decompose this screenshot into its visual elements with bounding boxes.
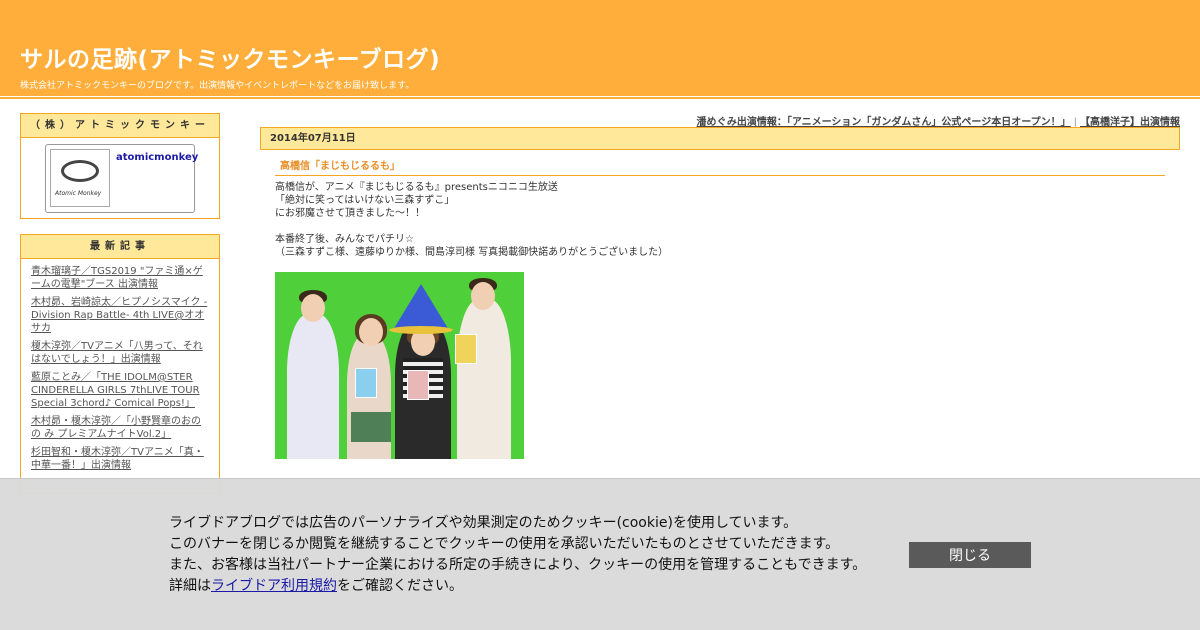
post-body: 高橋信が、アニメ『まじもじるるも』presentsニコニコ生放送 「絶対に笑って… (275, 181, 1165, 259)
cookie-details-suffix: をご確認ください。 (337, 578, 463, 594)
profile-box: （株）アトミックモンキー Atomic Monkey atomicmonkey (20, 113, 220, 219)
cookie-banner: ライブドアブログでは広告のパーソナライズや効果測定のためクッキー(cookie)… (0, 478, 1200, 630)
profile-heading: （株）アトミックモンキー (21, 114, 219, 138)
site-title[interactable]: サルの足跡(アトミックモンキーブログ) (20, 40, 440, 74)
logo-text: Atomic Monkey (55, 190, 102, 197)
profile-name-link[interactable]: atomicmonkey (116, 152, 198, 163)
recent-posts-list: 青木瑠璃子／TGS2019 "ファミ通×ゲームの電撃"ブース 出演情報 木村昴、… (21, 259, 219, 483)
list-item: 藍原ことみ／「THE IDOLM@STER CINDERELLA GIRLS 7… (31, 371, 209, 410)
profile-avatar[interactable]: Atomic Monkey (50, 149, 110, 207)
cookie-line: このバナーを閉じるか閲覧を継続することでクッキーの使用を承認いただいたものとさせ… (169, 536, 840, 552)
list-item: 木村昴・榎木淳弥／「小野賢章のおのの み プレミアムナイトVol.2」 (31, 415, 209, 441)
list-item: 榎木淳弥／TVアニメ「八男って、それはないでしょう！」出演情報 (31, 340, 209, 366)
close-button[interactable]: 閉じる (909, 542, 1031, 568)
list-item: 青木瑠璃子／TGS2019 "ファミ通×ゲームの電撃"ブース 出演情報 (31, 265, 209, 291)
terms-link[interactable]: ライブドア利用規約 (211, 578, 337, 594)
photo-detail (359, 318, 383, 346)
post-title[interactable]: 高橋信「まじもじるるも」 (275, 159, 1165, 176)
post-photo[interactable] (275, 272, 524, 459)
post-navigation: 潘めぐみ出演情報：「アニメーション「ガンダムさん」公式ページ本日オープン！」 | 【… (697, 113, 1180, 128)
header-divider (0, 97, 1200, 99)
photo-detail (471, 282, 495, 310)
recent-post-link[interactable]: 杉田智和・榎木淳弥／TVアニメ「真・中華一番！」出演情報 (31, 447, 204, 471)
post-line: （三森すずこ様、遠藤ゆりか様、間島淳司様 写真掲載御快諾ありがとうございました） (275, 247, 669, 258)
post-line: 高橋信が、アニメ『まじもじるるも』presentsニコニコ生放送 (275, 182, 558, 193)
post-line: 「絶対に笑ってはいけない三森すずこ」 (275, 195, 455, 206)
post-line: 本番終了後、みんなでパチリ☆ (275, 234, 414, 245)
photo-detail (351, 412, 391, 442)
post-line (275, 220, 1165, 233)
photo-person (457, 299, 511, 459)
recent-posts-heading: 最新記事 (21, 235, 219, 259)
recent-post-link[interactable]: 藍原ことみ／「THE IDOLM@STER CINDERELLA GIRLS 7… (31, 372, 200, 409)
post-line: にお邪魔させて頂きました～！！ (275, 208, 425, 219)
site-header: サルの足跡(アトミックモンキーブログ) 株式会社アトミックモンキーのブログです。… (0, 0, 1200, 96)
profile-card[interactable]: Atomic Monkey atomicmonkey (45, 144, 198, 213)
cookie-banner-text: ライブドアブログでは広告のパーソナライズや効果測定のためクッキー(cookie)… (169, 513, 866, 597)
photo-detail (301, 294, 325, 322)
cookie-line: また、お客様は当社パートナー企業における所定の手続きにより、クッキーの使用を管理… (169, 557, 867, 573)
site-description: 株式会社アトミックモンキーのブログです。出演情報やイベントレポートなどをお届け致… (20, 81, 415, 91)
recent-posts-box: 最新記事 青木瑠璃子／TGS2019 "ファミ通×ゲームの電撃"ブース 出演情報… (20, 234, 220, 494)
photo-person (287, 314, 339, 459)
list-item: 杉田智和・榎木淳弥／TVアニメ「真・中華一番！」出演情報 (31, 446, 209, 472)
photo-detail (355, 368, 377, 398)
cookie-details-prefix: 詳細は (169, 578, 211, 594)
post-date: 2014年07月11日 (260, 127, 1180, 150)
recent-post-link[interactable]: 木村昴・榎木淳弥／「小野賢章のおのの み プレミアムナイトVol.2」 (31, 416, 201, 440)
photo-detail (389, 326, 453, 334)
recent-post-link[interactable]: 青木瑠璃子／TGS2019 "ファミ通×ゲームの電撃"ブース 出演情報 (31, 266, 203, 290)
photo-detail (407, 370, 429, 400)
monkey-logo-icon (61, 160, 99, 182)
cookie-line: 詳細はライブドア利用規約をご確認ください。 (169, 576, 866, 597)
photo-detail (455, 334, 477, 364)
witch-hat-icon (393, 284, 449, 330)
recent-post-link[interactable]: 木村昴、岩崎諒太／ヒプノシスマイク -Division Rap Battle- … (31, 297, 207, 334)
list-item: 木村昴、岩崎諒太／ヒプノシスマイク -Division Rap Battle- … (31, 296, 209, 335)
cookie-line: ライブドアブログでは広告のパーソナライズや効果測定のためクッキー(cookie)… (169, 515, 798, 531)
recent-post-link[interactable]: 榎木淳弥／TVアニメ「八男って、それはないでしょう！」出演情報 (31, 341, 203, 365)
